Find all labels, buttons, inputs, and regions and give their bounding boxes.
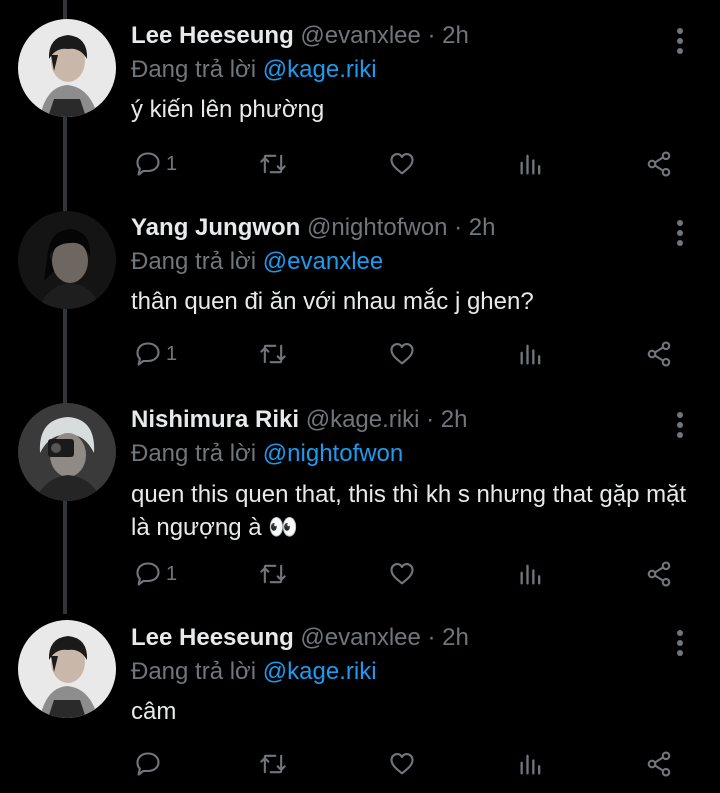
handle-time: @evanxlee · 2h [300, 624, 469, 651]
share-button[interactable] [645, 334, 673, 374]
tweet[interactable]: Yang Jungwon @nightofwon · 2h Đang trả l… [0, 192, 720, 392]
avatar[interactable] [18, 19, 116, 117]
share-icon [647, 561, 671, 587]
handle-time: @nightofwon · 2h [307, 214, 496, 241]
views-button[interactable] [517, 554, 545, 594]
views-button[interactable] [517, 144, 545, 184]
retweet-button[interactable] [257, 744, 289, 784]
avatar[interactable] [18, 211, 116, 309]
mention-link[interactable]: @evanxlee [263, 248, 383, 275]
heart-icon [390, 753, 414, 775]
more-icon[interactable] [670, 220, 690, 246]
reply-prefix: Đang trả lời [131, 440, 263, 467]
retweet-button[interactable] [257, 144, 289, 184]
reply-count: 1 [166, 152, 178, 175]
display-name[interactable]: Nishimura Riki [131, 406, 299, 433]
reply-icon [136, 562, 160, 586]
more-icon[interactable] [670, 28, 690, 54]
reply-prefix: Đang trả lời [131, 56, 263, 83]
tweet-header: Lee Heeseung @evanxlee · 2h [131, 20, 469, 52]
reply-icon [136, 752, 160, 776]
action-bar: 1 [0, 334, 720, 374]
action-bar: 1 [0, 554, 720, 594]
heart-icon [390, 563, 414, 585]
tweet-text: thân quen đi ăn với nhau mắc j ghen? [131, 288, 534, 315]
retweet-icon [260, 154, 286, 174]
tweet[interactable]: Nishimura Riki @kage.riki · 2h Đang trả … [0, 384, 720, 610]
tweet[interactable]: Lee Heeseung @evanxlee · 2h Đang trả lời… [0, 602, 720, 793]
views-button[interactable] [517, 744, 545, 784]
tweet-text: ý kiến lên phường [131, 96, 325, 123]
like-button[interactable] [388, 554, 416, 594]
display-name[interactable]: Lee Heeseung [131, 22, 294, 49]
like-button[interactable] [388, 144, 416, 184]
avatar[interactable] [18, 620, 116, 718]
replying-to: Đang trả lời @nightofwon [131, 438, 403, 470]
reply-button[interactable]: 1 [134, 554, 177, 594]
retweet-icon [260, 754, 286, 774]
retweet-button[interactable] [257, 554, 289, 594]
display-name[interactable]: Lee Heeseung [131, 624, 294, 651]
share-button[interactable] [645, 144, 673, 184]
mention-link[interactable]: @kage.riki [263, 56, 377, 83]
share-icon [647, 341, 671, 367]
like-button[interactable] [388, 744, 416, 784]
reply-count: 1 [166, 562, 178, 585]
share-button[interactable] [645, 744, 673, 784]
replying-to: Đang trả lời @kage.riki [131, 656, 377, 688]
tweet-text: quen this quen that, this thì kh s nhưng… [131, 481, 687, 541]
display-name[interactable]: Yang Jungwon [131, 214, 300, 241]
more-icon[interactable] [670, 630, 690, 656]
reply-button[interactable]: 1 [134, 334, 177, 374]
avatar-image [18, 211, 116, 309]
action-bar: 1 [0, 144, 720, 184]
replying-to: Đang trả lời @evanxlee [131, 246, 383, 278]
handle-time: @kage.riki · 2h [305, 406, 468, 433]
mention-link[interactable]: @nightofwon [263, 440, 403, 467]
like-button[interactable] [388, 334, 416, 374]
retweet-button[interactable] [257, 334, 289, 374]
reply-prefix: Đang trả lời [131, 248, 263, 275]
reply-count: 1 [166, 342, 178, 365]
views-button[interactable] [517, 334, 545, 374]
tweet-header: Lee Heeseung @evanxlee · 2h [131, 622, 469, 654]
avatar[interactable] [18, 403, 116, 501]
handle-time: @evanxlee · 2h [300, 22, 469, 49]
heart-icon [390, 153, 414, 175]
share-button[interactable] [645, 554, 673, 594]
reply-prefix: Đang trả lời [131, 658, 263, 685]
avatar-image [18, 620, 116, 718]
avatar-image [18, 19, 116, 117]
tweet-text: câm [131, 698, 177, 725]
mention-link[interactable]: @kage.riki [263, 658, 377, 685]
reply-button[interactable]: 1 [134, 144, 177, 184]
share-icon [647, 751, 671, 777]
more-icon[interactable] [670, 412, 690, 438]
views-icon [520, 754, 541, 775]
replying-to: Đang trả lời @kage.riki [131, 54, 377, 86]
tweet-header: Nishimura Riki @kage.riki · 2h [131, 404, 467, 436]
views-icon [520, 564, 541, 585]
retweet-icon [260, 564, 286, 584]
reply-icon [136, 152, 160, 176]
reply-button[interactable] [134, 744, 166, 784]
reply-icon [136, 342, 160, 366]
tweet[interactable]: Lee Heeseung @evanxlee · 2h Đang trả lời… [0, 0, 720, 200]
tweet-header: Yang Jungwon @nightofwon · 2h [131, 212, 496, 244]
views-icon [520, 154, 541, 175]
action-bar [0, 744, 720, 784]
share-icon [647, 151, 671, 177]
heart-icon [390, 343, 414, 365]
views-icon [520, 344, 541, 365]
avatar-image [18, 403, 116, 501]
retweet-icon [260, 344, 286, 364]
